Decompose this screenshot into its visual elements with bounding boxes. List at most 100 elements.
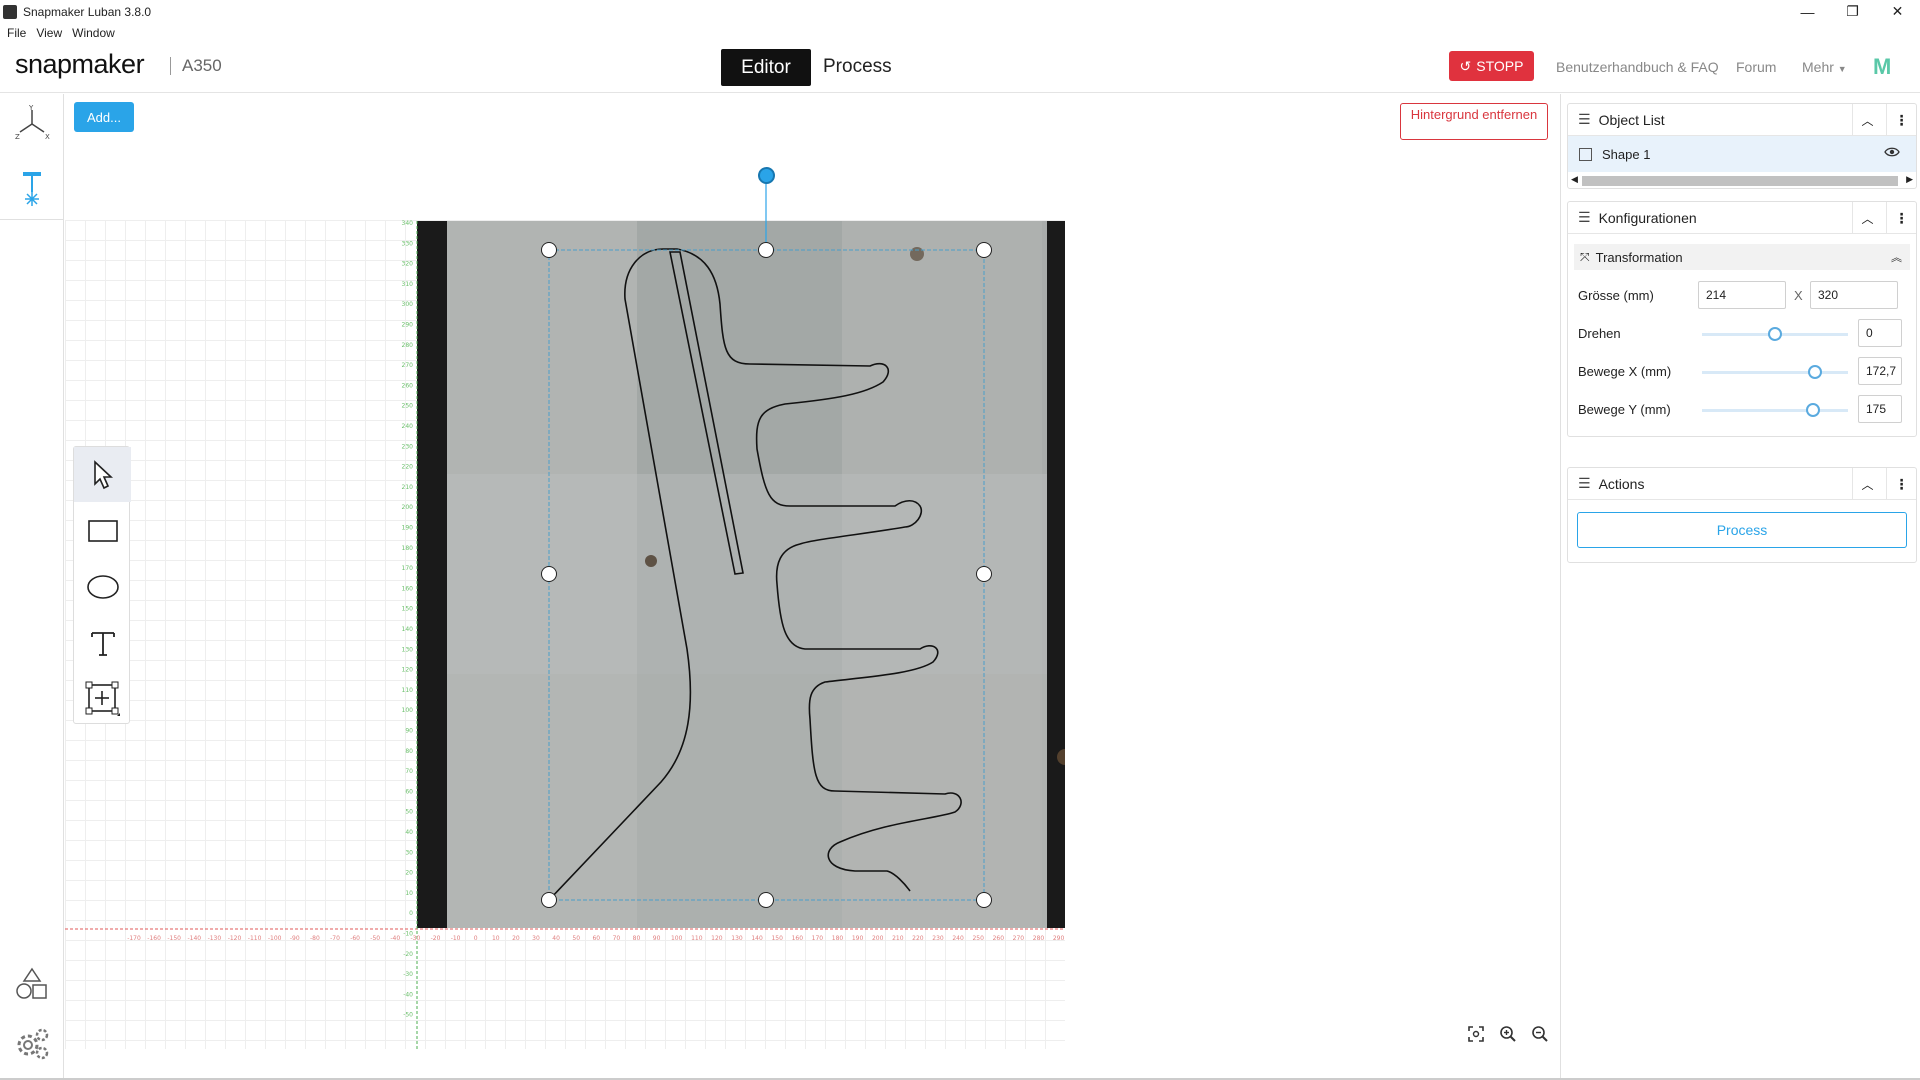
more-options-button[interactable]: ⋮ [1886,202,1916,234]
more-options-button[interactable]: ⋮ [1886,468,1916,500]
move-y-slider-knob[interactable] [1806,403,1820,417]
y-ruler-label: 300 [402,301,414,308]
maximize-button[interactable]: ❐ [1830,0,1875,23]
resize-handle-top-right[interactable] [976,242,992,258]
svg-text:X: X [45,133,50,141]
minimize-button[interactable]: — [1785,0,1830,23]
fit-view-button[interactable] [1465,1023,1487,1045]
move-x-slider[interactable] [1702,365,1848,379]
x-ruler-label: 140 [751,935,763,942]
move-x-slider-knob[interactable] [1808,365,1822,379]
x-ruler-label: -80 [310,935,320,942]
object-row-shape-1[interactable]: Shape 1 [1568,136,1916,172]
drawing-toolbox [73,446,131,726]
y-ruler-label: 150 [402,606,414,613]
y-ruler-label: 200 [402,504,414,511]
size-width-input[interactable]: 214 [1698,281,1786,309]
move-x-input[interactable]: 172,7 [1858,357,1902,385]
menu-icon: ☰ [1578,475,1591,491]
resize-handle-bottom-right[interactable] [976,892,992,908]
menu-view[interactable]: View [36,26,62,40]
machine-name: A350 [182,56,222,75]
manual-faq-link[interactable]: Benutzerhandbuch & FAQ [1556,59,1719,75]
laser-mode-button[interactable] [0,160,64,220]
forum-link[interactable]: Forum [1736,59,1776,75]
shape-icon [1579,147,1592,161]
x-ruler-label: 150 [771,935,783,942]
axis-view-button[interactable]: Y Z X [0,94,64,154]
menu-file[interactable]: File [7,26,26,40]
move-y-input[interactable]: 175 [1858,395,1902,423]
text-tool[interactable] [74,615,131,670]
resize-handle-top-left[interactable] [541,242,557,258]
object-list-widget: ☰ Object List ︿ ⋮ Shape 1 ◀ ▶ [1567,103,1917,189]
resize-handle-top[interactable] [758,242,774,258]
svg-text:Y: Y [28,104,34,112]
app-header: snapmaker A350 Editor Process ↺ STOPP Be… [0,43,1920,93]
zoom-out-button[interactable] [1529,1023,1551,1045]
scroll-right-arrow[interactable]: ▶ [1906,174,1913,185]
rotate-slider[interactable] [1702,327,1848,341]
resize-handle-left[interactable] [541,566,557,582]
x-ruler-label: 260 [993,935,1005,942]
size-label: Grösse (mm) [1578,288,1654,303]
actions-widget: ☰ Actions ︿ ⋮ Process [1567,467,1917,563]
transformation-section-header[interactable]: ⤧ Transformation ︽ [1574,244,1910,270]
settings-button[interactable] [0,1014,64,1074]
chevron-up-icon: ︽ [1891,252,1902,264]
x-ruler-label: 230 [932,935,944,942]
y-ruler-label: 290 [402,322,414,329]
collapse-button[interactable]: ︿ [1852,202,1882,234]
configurations-header: ☰ Konfigurationen ︿ ⋮ [1568,202,1916,234]
process-button[interactable]: Process [1577,512,1907,548]
menu-icon: ☰ [1578,209,1591,225]
y-ruler-label: 320 [402,261,414,268]
brand-mark: M [1873,54,1892,79]
tab-process[interactable]: Process [823,56,892,78]
move-y-slider[interactable] [1702,403,1848,417]
scroll-thumb[interactable] [1582,176,1898,186]
rotate-handle[interactable] [758,167,775,184]
shapes-button[interactable] [0,954,64,1014]
size-separator: X [1794,288,1803,303]
horizontal-scrollbar[interactable]: ◀ ▶ [1568,172,1916,188]
y-ruler-label: 80 [405,748,413,755]
ellipse-tool[interactable] [74,559,131,614]
object-name: Shape 1 [1602,146,1651,162]
x-ruler-label: 280 [1033,935,1045,942]
x-ruler-label: 220 [912,935,924,942]
menu-window[interactable]: Window [72,26,115,40]
close-button[interactable]: ✕ [1875,0,1920,23]
x-ruler-label: 70 [613,935,621,942]
rotate-input[interactable]: 0 [1858,319,1902,347]
svg-text:Z: Z [15,133,20,141]
rotate-slider-knob[interactable] [1768,327,1782,341]
rectangle-tool[interactable] [74,503,131,558]
x-ruler-label: 10 [492,935,500,942]
size-height-input[interactable]: 320 [1810,281,1898,309]
x-ruler-label: -100 [268,935,282,942]
resize-handle-right[interactable] [976,566,992,582]
size-row: Grösse (mm) 214 X 320 [1568,276,1916,314]
workspace-canvas[interactable]: Add... Hintergrund entfernen -170 -160 -15… [65,94,1559,1049]
collapse-button[interactable]: ︿ [1852,468,1882,500]
select-tool[interactable] [74,447,131,502]
eye-icon[interactable] [1884,146,1900,158]
more-menu[interactable]: Mehr ▼ [1802,59,1847,75]
y-ruler-label: 190 [402,525,414,532]
resize-handle-bottom[interactable] [758,892,774,908]
x-ruler-label: 170 [812,935,824,942]
stop-button[interactable]: ↺ STOPP [1449,51,1534,81]
more-options-button[interactable]: ⋮ [1886,104,1916,136]
window-titlebar: Snapmaker Luban 3.8.0 — ❐ ✕ [0,0,1920,23]
collapse-button[interactable]: ︿ [1852,104,1882,136]
remove-background-button[interactable]: Hintergrund entfernen [1400,103,1548,140]
scroll-left-arrow[interactable]: ◀ [1571,174,1578,185]
x-ruler-label: 160 [792,935,804,942]
zoom-in-button[interactable] [1497,1023,1519,1045]
tab-editor[interactable]: Editor [721,49,811,86]
insert-tool[interactable] [74,671,131,726]
x-ruler-label: 190 [852,935,864,942]
y-ruler-label: 180 [402,545,414,552]
resize-handle-bottom-left[interactable] [541,892,557,908]
